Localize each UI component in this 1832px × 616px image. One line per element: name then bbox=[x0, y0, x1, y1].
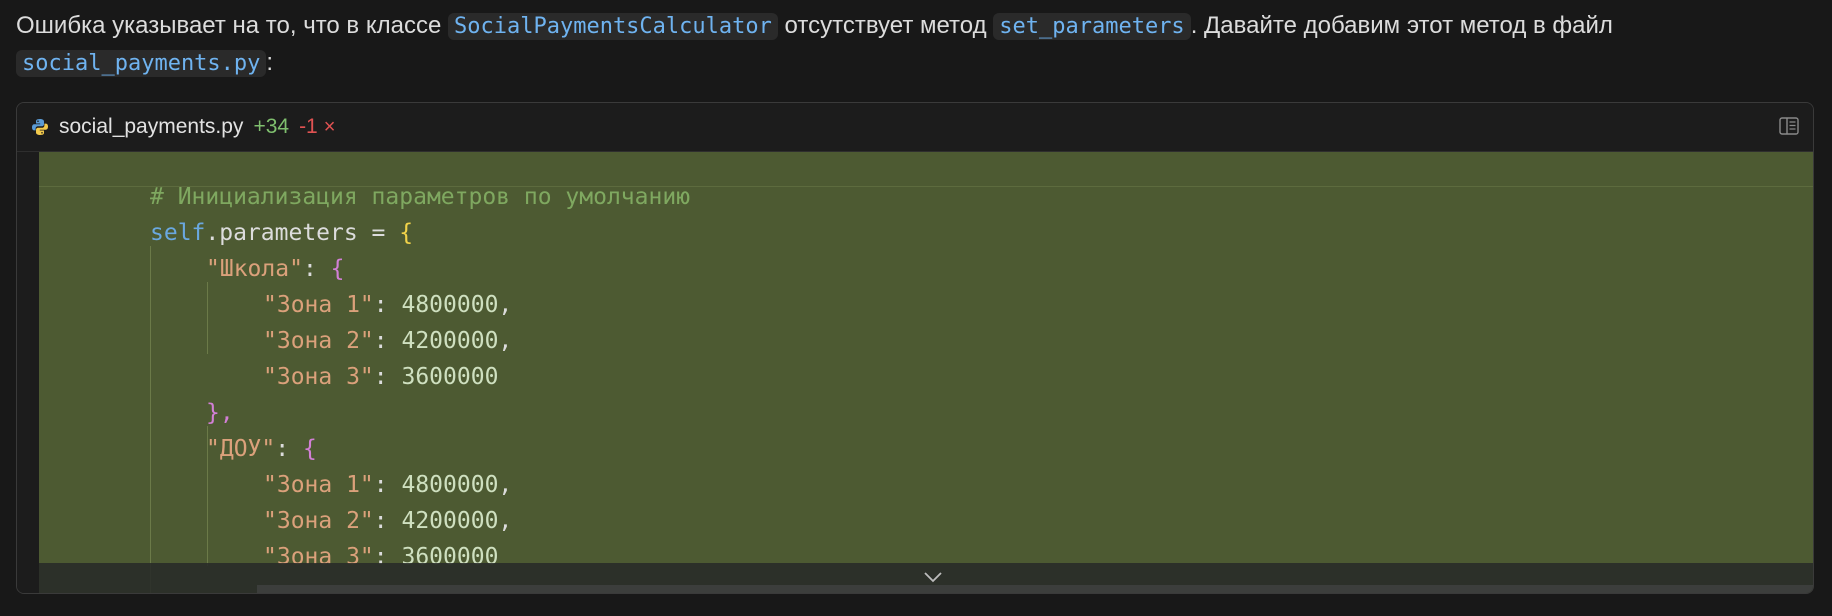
method-name-code: set_parameters bbox=[993, 13, 1191, 40]
split-view-icon[interactable] bbox=[1779, 117, 1799, 135]
lines-removed-count: -1 bbox=[299, 115, 318, 138]
code-line: }, bbox=[206, 395, 234, 431]
message-text: : bbox=[266, 49, 274, 76]
message-text: отсутствует метод bbox=[777, 12, 994, 39]
code-punct: : bbox=[373, 364, 402, 390]
code-line: "Зона 1": 4800000, bbox=[263, 287, 512, 323]
file-name-code: social_payments.py bbox=[16, 50, 267, 77]
lines-added-count: +34 bbox=[253, 115, 290, 138]
code-punct: : bbox=[302, 256, 331, 282]
code-punct: , bbox=[498, 508, 513, 534]
self-keyword: self bbox=[150, 220, 206, 246]
code-punct: : bbox=[373, 292, 402, 318]
code-number: 4200000 bbox=[401, 328, 499, 354]
code-punct: : bbox=[373, 472, 402, 498]
code-string: "ДОУ" bbox=[206, 436, 276, 462]
python-icon bbox=[32, 119, 48, 135]
assistant-message: Ошибка указывает на то, что в классе Soc… bbox=[16, 8, 1816, 82]
message-text: Ошибка указывает на то, что в классе bbox=[16, 12, 448, 39]
reject-change-button[interactable]: × bbox=[324, 116, 336, 139]
horizontal-scrollbar[interactable] bbox=[257, 585, 1813, 593]
brace: { bbox=[399, 220, 414, 246]
brace: { bbox=[302, 436, 317, 462]
code-number: 3600000 bbox=[401, 364, 499, 390]
code-line: self.parameters = { bbox=[150, 215, 413, 251]
code-number: 4800000 bbox=[401, 292, 499, 318]
code-number: 4800000 bbox=[401, 472, 499, 498]
code-number: 4200000 bbox=[401, 508, 499, 534]
indent-guide bbox=[150, 246, 151, 593]
code-comment: # Инициализация параметров по умолчанию bbox=[150, 184, 691, 210]
code-string: "Зона 2" bbox=[263, 328, 374, 354]
code-view[interactable]: # Инициализация параметров по умолчанию s… bbox=[17, 152, 1813, 593]
code-punct: : bbox=[373, 508, 402, 534]
code-line: "Зона 2": 4200000, bbox=[263, 503, 512, 539]
code-string: "Школа" bbox=[206, 256, 303, 282]
code-line: "Зона 1": 4800000, bbox=[263, 467, 512, 503]
code-string: "Зона 1" bbox=[263, 472, 374, 498]
class-name-code: SocialPaymentsCalculator bbox=[448, 13, 778, 40]
chevron-down-icon[interactable] bbox=[923, 570, 943, 584]
code-line: "Школа": { bbox=[206, 251, 345, 287]
code-punct: , bbox=[498, 472, 513, 498]
expand-code-bar[interactable] bbox=[39, 563, 1813, 593]
code-attr: .parameters = bbox=[205, 220, 400, 246]
code-punct: , bbox=[498, 292, 513, 318]
code-card-header[interactable]: social_payments.py +34 -1 × bbox=[17, 103, 1813, 152]
code-punct: : bbox=[373, 328, 402, 354]
code-diff-card: social_payments.py +34 -1 × # Инициализа… bbox=[16, 102, 1814, 594]
brace: { bbox=[330, 256, 345, 282]
code-string: "Зона 1" bbox=[263, 292, 374, 318]
indent-guide bbox=[207, 282, 208, 354]
code-punct: , bbox=[498, 328, 513, 354]
code-string: "Зона 2" bbox=[263, 508, 374, 534]
code-line: "Зона 3": 3600000 bbox=[263, 359, 498, 395]
code-punct: : bbox=[275, 436, 303, 462]
code-line: "ДОУ": { bbox=[206, 431, 317, 467]
code-string: "Зона 3" bbox=[263, 364, 374, 390]
message-text: . Давайте добавим этот метод в файл bbox=[1190, 12, 1613, 39]
code-file-name: social_payments.py bbox=[59, 115, 244, 138]
brace: }, bbox=[206, 400, 234, 426]
code-line: "Зона 2": 4200000, bbox=[263, 323, 512, 359]
